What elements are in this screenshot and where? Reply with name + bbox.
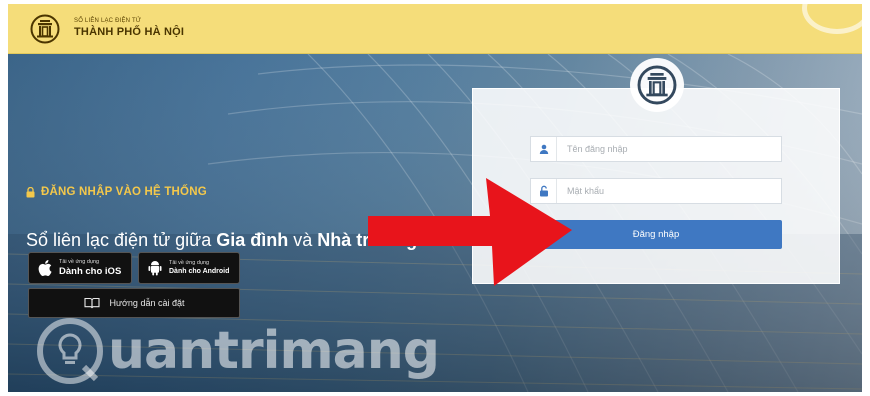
- username-input[interactable]: [557, 138, 777, 160]
- city-emblem-icon[interactable]: [30, 14, 60, 44]
- tagline-prefix: Sổ liên lạc điện tử giữa: [26, 230, 217, 250]
- city-emblem-icon: [637, 65, 677, 105]
- book-icon: [83, 297, 100, 309]
- login-heading: ĐĂNG NHẬP VÀO HỆ THỐNG: [26, 186, 207, 198]
- panel-emblem: [630, 58, 684, 112]
- lightbulb-icon: [37, 318, 103, 384]
- apple-icon: [38, 260, 52, 276]
- user-icon: [539, 144, 548, 154]
- install-guide-button[interactable]: Hướng dẫn cài đặt: [28, 288, 240, 318]
- watermark: uantrimang: [36, 316, 440, 386]
- android-big-label: Dành cho Android: [169, 268, 230, 276]
- ios-big-label: Dành cho iOS: [59, 266, 122, 277]
- tagline: Sổ liên lạc điện tử giữa Gia đình và Nhà…: [26, 230, 417, 251]
- decorative-circle: [802, 0, 870, 34]
- install-guide-label: Hướng dẫn cài đặt: [109, 298, 185, 308]
- password-input[interactable]: [557, 180, 777, 202]
- android-download-button[interactable]: Tải về ứng dụng Dành cho Android: [138, 252, 240, 284]
- site-header: SỔ LIÊN LẠC ĐIỆN TỬ THÀNH PHỐ HÀ NỘI: [8, 0, 870, 54]
- android-small-label: Tải về ứng dụng: [169, 259, 210, 266]
- username-field[interactable]: [530, 136, 782, 162]
- ios-download-button[interactable]: Tải về ứng dụng Dành cho iOS: [28, 252, 132, 284]
- lock-icon: [26, 186, 35, 197]
- watermark-text: uantrimang: [108, 321, 440, 381]
- arrow-icon: [368, 178, 572, 286]
- brand-title: THÀNH PHỐ HÀ NỘI: [74, 26, 185, 38]
- brand-subtitle: SỔ LIÊN LẠC ĐIỆN TỬ: [74, 18, 142, 24]
- android-icon: [148, 261, 162, 276]
- login-heading-text: ĐĂNG NHẬP VÀO HỆ THỐNG: [41, 186, 207, 198]
- user-icon-box: [531, 137, 557, 161]
- tagline-and: và: [288, 230, 318, 250]
- ios-small-label: Tải về ứng dụng: [59, 258, 100, 265]
- tagline-family: Gia đình: [216, 230, 289, 250]
